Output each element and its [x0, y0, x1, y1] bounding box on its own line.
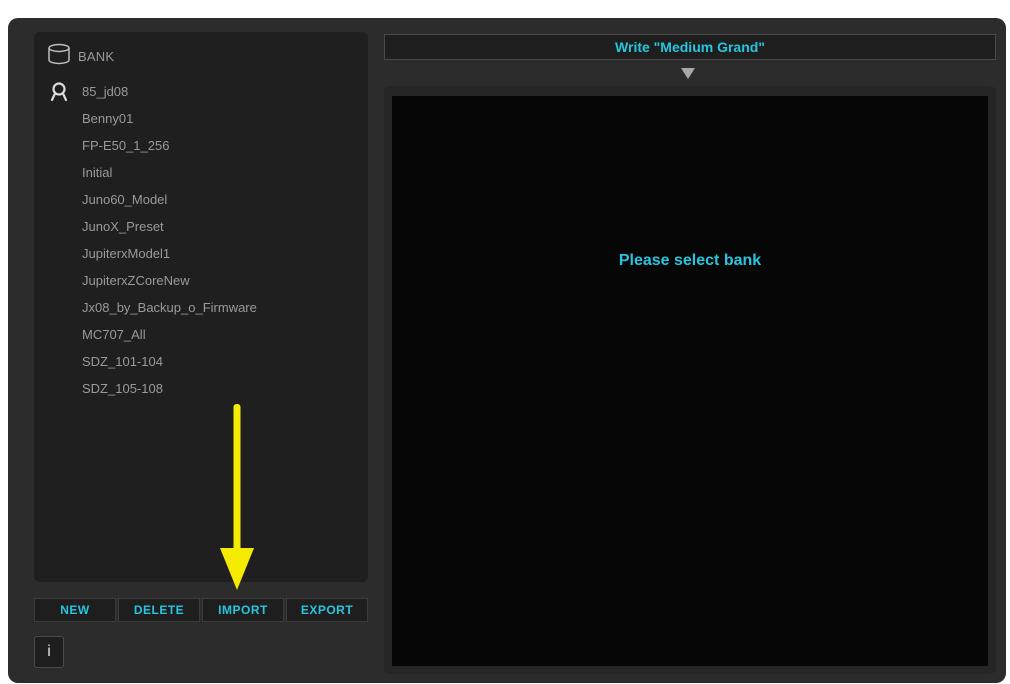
- annotation-arrow-icon: [220, 404, 254, 590]
- bank-item-label: Juno60_Model: [82, 192, 168, 207]
- import-button[interactable]: IMPORT: [202, 598, 284, 622]
- bank-item-label: MC707_All: [82, 327, 146, 342]
- bank-item-label: SDZ_105-108: [82, 381, 163, 396]
- bank-item-label: FP-E50_1_256: [82, 138, 170, 153]
- bank-item[interactable]: SDZ_105-108: [46, 375, 356, 402]
- bank-item[interactable]: Juno60_Model: [46, 186, 356, 213]
- bank-item[interactable]: Initial: [46, 159, 356, 186]
- bank-item[interactable]: 85_jd08: [46, 78, 356, 105]
- preset-panel: Please select bank: [384, 86, 996, 674]
- bank-item-label: JupiterxModel1: [82, 246, 171, 261]
- bank-item-label: JunoX_Preset: [82, 219, 164, 234]
- bank-item-label: 85_jd08: [82, 84, 129, 99]
- bank-item[interactable]: Benny01: [46, 105, 356, 132]
- bank-actions: NEW DELETE IMPORT EXPORT: [34, 598, 368, 622]
- info-button[interactable]: i: [34, 636, 64, 668]
- bank-item[interactable]: JupiterxZCoreNew: [46, 267, 356, 294]
- bank-item[interactable]: MC707_All: [46, 321, 356, 348]
- bank-item-label: Initial: [82, 165, 113, 180]
- bank-item[interactable]: SDZ_101-104: [46, 348, 356, 375]
- triangle-down-icon: [681, 68, 695, 79]
- preset-list-area: Please select bank: [392, 96, 988, 666]
- bank-item-label: Benny01: [82, 111, 134, 126]
- delete-button[interactable]: DELETE: [118, 598, 200, 622]
- new-button[interactable]: NEW: [34, 598, 116, 622]
- bank-item[interactable]: JupiterxModel1: [46, 240, 356, 267]
- database-icon: [46, 43, 72, 70]
- bank-header: BANK: [46, 43, 115, 66]
- user-icon: [46, 81, 72, 102]
- bank-item-label: Jx08_by_Backup_o_Firmware: [82, 300, 257, 315]
- bank-item-label: SDZ_101-104: [82, 354, 163, 369]
- bank-item[interactable]: JunoX_Preset: [46, 213, 356, 240]
- bank-item[interactable]: Jx08_by_Backup_o_Firmware: [46, 294, 356, 321]
- bank-list: 85_jd08 Benny01 FP-E50_1_256 Initial Jun…: [46, 78, 356, 402]
- bank-item-label: JupiterxZCoreNew: [82, 273, 190, 288]
- bank-item[interactable]: FP-E50_1_256: [46, 132, 356, 159]
- bank-panel: BANK 85_jd08 Benny01 FP-E50_1_256 Initia…: [34, 32, 368, 582]
- bank-header-label: BANK: [78, 48, 115, 64]
- write-button[interactable]: Write "Medium Grand": [384, 34, 996, 60]
- export-button[interactable]: EXPORT: [286, 598, 368, 622]
- empty-state-message: Please select bank: [618, 252, 762, 269]
